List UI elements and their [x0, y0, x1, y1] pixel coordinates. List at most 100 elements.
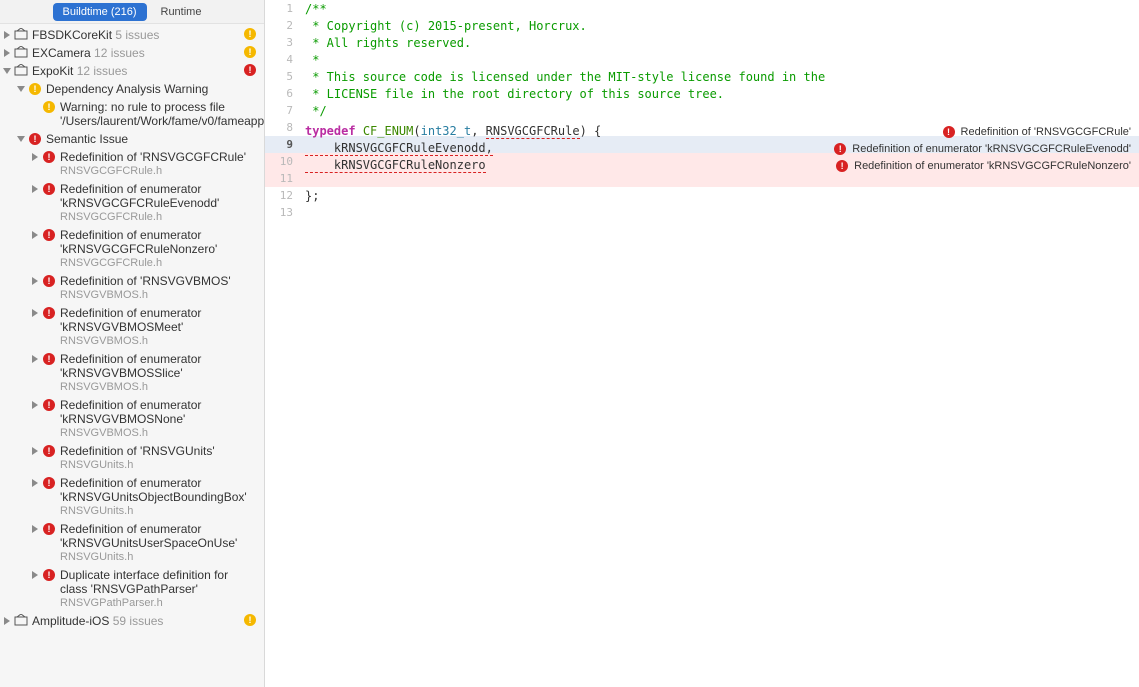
code-area[interactable]: 1/** 2 * Copyright (c) 2015-present, Hor…	[265, 0, 1139, 687]
issue-text: Redefinition of enumerator 'kRNSVGCGFCRu…	[60, 228, 258, 270]
tab-buildtime[interactable]: Buildtime (216)	[53, 3, 147, 21]
line-number: 9	[265, 138, 305, 151]
issue-row[interactable]: Redefinition of enumerator 'kRNSVGUnitsU…	[0, 520, 264, 566]
disclosure-right-icon[interactable]	[30, 276, 40, 286]
disclosure-right-icon[interactable]	[2, 616, 12, 626]
issue-text: Redefinition of enumerator 'kRNSVGVBMOSN…	[60, 398, 258, 440]
issue-row[interactable]: Redefinition of enumerator 'kRNSVGVBMOSN…	[0, 396, 264, 442]
disclosure-right-icon[interactable]	[30, 524, 40, 534]
group-label: Dependency Analysis Warning	[46, 82, 258, 96]
error-icon	[42, 150, 56, 164]
disclosure-down-icon[interactable]	[16, 84, 26, 94]
error-icon	[42, 522, 56, 536]
group-semantic-issue[interactable]: Semantic Issue	[0, 130, 264, 148]
project-row-fbsdk[interactable]: FBSDKCoreKit 5 issues	[0, 26, 264, 44]
inline-error[interactable]: Redefinition of enumerator 'kRNSVGCGFCRu…	[836, 158, 1131, 175]
issue-text: Warning: no rule to process file '/Users…	[60, 100, 264, 128]
code-text: * Copyright (c) 2015-present, Horcrux.	[305, 19, 1139, 33]
issue-text: Redefinition of enumerator 'kRNSVGUnitsO…	[60, 476, 258, 518]
project-icon	[14, 64, 28, 78]
tab-runtime[interactable]: Runtime	[151, 3, 212, 21]
disclosure-right-icon[interactable]	[30, 230, 40, 240]
issue-text: Redefinition of 'RNSVGVBMOS'RNSVGVBMOS.h	[60, 274, 258, 302]
disclosure-right-icon[interactable]	[2, 48, 12, 58]
project-label: FBSDKCoreKit 5 issues	[32, 28, 242, 42]
issue-row-depwarn[interactable]: Warning: no rule to process file '/Users…	[0, 98, 264, 130]
code-text: * All rights reserved.	[305, 36, 1139, 50]
error-icon	[42, 444, 56, 458]
group-dependency-warning[interactable]: Dependency Analysis Warning	[0, 80, 264, 98]
line-number: 6	[265, 87, 305, 100]
issue-text: Redefinition of enumerator 'kRNSVGCGFCRu…	[60, 182, 258, 224]
line-number: 8	[265, 121, 305, 134]
project-row-excamera[interactable]: EXCamera 12 issues	[0, 44, 264, 62]
code-text: *	[305, 53, 1139, 67]
error-icon	[42, 306, 56, 320]
error-icon	[28, 132, 42, 146]
project-row-amplitude[interactable]: Amplitude-iOS 59 issues	[0, 612, 264, 630]
issue-row[interactable]: Redefinition of 'RNSVGVBMOS'RNSVGVBMOS.h	[0, 272, 264, 304]
line-number: 12	[265, 189, 305, 202]
issue-row[interactable]: Duplicate interface definition for class…	[0, 566, 264, 612]
error-icon	[42, 476, 56, 490]
disclosure-right-icon[interactable]	[30, 446, 40, 456]
issue-text: Redefinition of enumerator 'kRNSVGVBMOSS…	[60, 352, 258, 394]
project-icon	[14, 46, 28, 60]
disclosure-right-icon[interactable]	[30, 570, 40, 580]
project-icon	[14, 28, 28, 42]
error-icon	[42, 274, 56, 288]
issue-text: Redefinition of 'RNSVGUnits'RNSVGUnits.h	[60, 444, 258, 472]
issue-row[interactable]: Redefinition of enumerator 'kRNSVGVBMOSS…	[0, 350, 264, 396]
disclosure-right-icon[interactable]	[30, 152, 40, 162]
project-icon	[14, 614, 28, 628]
issue-row[interactable]: Redefinition of enumerator 'kRNSVGVBMOSM…	[0, 304, 264, 350]
inline-error[interactable]: Redefinition of enumerator 'kRNSVGCGFCRu…	[834, 141, 1131, 158]
code-text: };	[305, 189, 1139, 203]
issue-row[interactable]: Redefinition of enumerator 'kRNSVGCGFCRu…	[0, 180, 264, 226]
issue-tree[interactable]: FBSDKCoreKit 5 issues EXCamera 12 issues	[0, 24, 264, 687]
line-number: 1	[265, 2, 305, 15]
error-badge-icon	[244, 64, 256, 76]
disclosure-right-icon[interactable]	[30, 478, 40, 488]
error-icon	[836, 160, 848, 172]
error-icon	[42, 568, 56, 582]
issue-row[interactable]: Redefinition of enumerator 'kRNSVGCGFCRu…	[0, 226, 264, 272]
project-label: Amplitude-iOS 59 issues	[32, 614, 242, 628]
error-icon	[42, 228, 56, 242]
disclosure-right-icon[interactable]	[30, 184, 40, 194]
warning-badge-icon	[244, 28, 256, 40]
disclosure-right-icon[interactable]	[30, 400, 40, 410]
issue-row[interactable]: Redefinition of 'RNSVGCGFCRule'RNSVGCGFC…	[0, 148, 264, 180]
code-text: */	[305, 104, 1139, 118]
error-icon	[42, 182, 56, 196]
disclosure-down-icon[interactable]	[2, 66, 12, 76]
inline-error[interactable]: Redefinition of 'RNSVGCGFCRule'	[943, 124, 1131, 141]
error-icon	[943, 126, 955, 138]
disclosure-right-icon[interactable]	[30, 354, 40, 364]
line-number: 4	[265, 53, 305, 66]
issue-row[interactable]: Redefinition of enumerator 'kRNSVGUnitsO…	[0, 474, 264, 520]
issue-scope-tabs: Buildtime (216) Runtime	[0, 0, 264, 24]
code-text: /**	[305, 2, 1139, 16]
source-editor[interactable]: 1/** 2 * Copyright (c) 2015-present, Hor…	[265, 0, 1139, 687]
line-number: 3	[265, 36, 305, 49]
error-icon	[42, 352, 56, 366]
disclosure-down-icon[interactable]	[16, 134, 26, 144]
line-number: 11	[265, 172, 305, 185]
issue-row[interactable]: Redefinition of 'RNSVGUnits'RNSVGUnits.h	[0, 442, 264, 474]
project-row-expokit[interactable]: ExpoKit 12 issues	[0, 62, 264, 80]
error-icon	[42, 398, 56, 412]
disclosure-right-icon[interactable]	[30, 308, 40, 318]
issue-text: Redefinition of 'RNSVGCGFCRule'RNSVGCGFC…	[60, 150, 258, 178]
warning-badge-icon	[244, 46, 256, 58]
line-number: 13	[265, 206, 305, 219]
project-label: ExpoKit 12 issues	[32, 64, 242, 78]
error-icon	[834, 143, 846, 155]
code-text: * LICENSE file in the root directory of …	[305, 87, 1139, 101]
line-number: 2	[265, 19, 305, 32]
disclosure-right-icon[interactable]	[2, 30, 12, 40]
warning-icon	[42, 100, 56, 114]
line-number: 10	[265, 155, 305, 168]
line-number: 5	[265, 70, 305, 83]
code-text: * This source code is licensed under the…	[305, 70, 1139, 84]
